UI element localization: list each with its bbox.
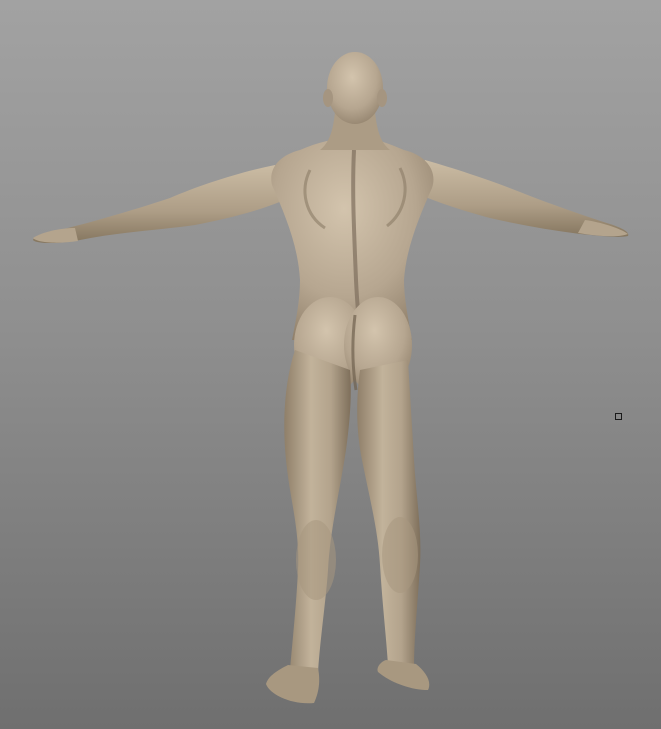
right-leg xyxy=(357,360,421,668)
left-hand xyxy=(33,228,78,243)
square-handle-icon[interactable] xyxy=(615,413,622,420)
left-leg xyxy=(284,350,351,672)
right-foot xyxy=(377,660,430,690)
left-foot xyxy=(266,665,320,704)
right-ear xyxy=(377,89,387,107)
left-calf xyxy=(296,520,336,600)
3d-viewport[interactable] xyxy=(0,0,661,729)
left-ear xyxy=(323,89,333,107)
human-model[interactable] xyxy=(0,0,661,729)
right-calf xyxy=(382,517,418,593)
head xyxy=(327,52,383,124)
